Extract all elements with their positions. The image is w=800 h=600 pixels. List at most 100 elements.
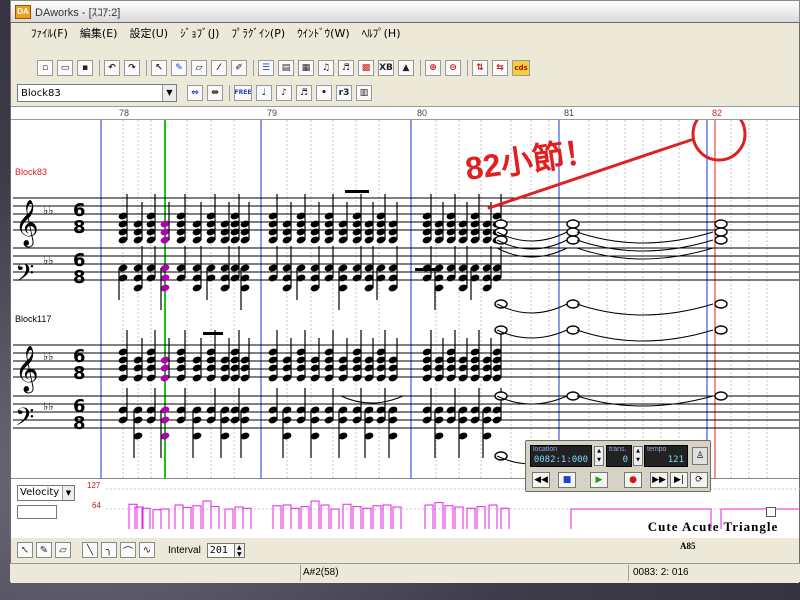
eighth-note-icon[interactable]: ♪ bbox=[276, 85, 292, 101]
note-beam bbox=[203, 332, 223, 335]
triplet-icon[interactable]: r3 bbox=[336, 85, 352, 101]
pen-icon[interactable]: ✎ bbox=[171, 60, 187, 76]
annotation-circle bbox=[691, 120, 747, 162]
zoom-in-icon[interactable]: ⊕ bbox=[425, 60, 441, 76]
rewind-icon[interactable]: ◀◀ bbox=[532, 472, 550, 488]
block-select[interactable]: Block83 ▼ bbox=[17, 84, 177, 102]
eraser-icon[interactable]: ▱ bbox=[191, 60, 207, 76]
menu-window[interactable]: ｳｲﾝﾄﾞｳ(W) bbox=[297, 25, 349, 41]
dot-icon[interactable]: • bbox=[316, 85, 332, 101]
velocity-bar bbox=[224, 508, 234, 529]
palette-icon[interactable]: ▥ bbox=[356, 85, 372, 101]
chevron-down-icon[interactable]: ▼ bbox=[162, 85, 176, 101]
measure-number: 82 bbox=[712, 108, 723, 118]
menu-help[interactable]: ﾍﾙﾌﾟ(H) bbox=[362, 25, 401, 41]
toolbar-separator bbox=[99, 60, 100, 76]
measure-lines bbox=[100, 120, 708, 478]
velocity-bar bbox=[476, 506, 486, 529]
redo-icon[interactable]: ↷ bbox=[124, 60, 140, 76]
quarter-note-icon[interactable]: ♩ bbox=[256, 85, 272, 101]
scroll-corner[interactable] bbox=[766, 507, 776, 517]
tie bbox=[576, 247, 714, 260]
transpose-alt-icon[interactable]: ⇆ bbox=[492, 60, 508, 76]
brush-icon[interactable]: ⁄ bbox=[211, 60, 227, 76]
interval-stepper[interactable]: ▲ ▼ bbox=[234, 542, 245, 558]
marker-icon[interactable]: ✐ bbox=[231, 60, 247, 76]
fermata-icon[interactable]: ♫ bbox=[318, 60, 334, 76]
menu-file[interactable]: ﾌｧｲﾙ(F) bbox=[31, 25, 68, 41]
score-staves: 𝄞 𝄢 𝄞 𝄢 ♭♭ ♭♭ ♭♭ ♭♭ 6 8 6 8 6 8 6 8 82小節… bbox=[13, 120, 799, 478]
location-stepper[interactable]: ▲ ▼ bbox=[594, 446, 604, 466]
free-icon[interactable]: FREE bbox=[234, 85, 252, 101]
status-bar: A#2(58) 0083: 2: 016 bbox=[10, 563, 800, 582]
velocity-bar bbox=[392, 506, 402, 529]
align-icon[interactable]: ⇔ bbox=[187, 85, 203, 101]
play-icon[interactable]: ▶ bbox=[590, 472, 608, 488]
save-icon[interactable]: ▪ bbox=[77, 60, 93, 76]
sixteenth-note-icon[interactable]: ♬ bbox=[296, 85, 312, 101]
pointer-icon[interactable]: ↖ bbox=[151, 60, 167, 76]
time-sig-denominator: 8 bbox=[73, 217, 86, 238]
eraser-tool-icon[interactable]: ▱ bbox=[55, 542, 71, 558]
menu-settings[interactable]: 設定(U) bbox=[129, 25, 168, 41]
location-display: location 0082:1:000 bbox=[530, 445, 592, 467]
record-icon[interactable]: ● bbox=[624, 472, 642, 488]
window-title: DAworks - [ｽｺｱ:2] bbox=[35, 6, 121, 19]
beat-grid bbox=[122, 120, 768, 478]
transport-panel: location 0082:1:000 ▲ ▼ trans. 0 ▲ ▼ tempo… bbox=[525, 440, 711, 492]
grid-icon[interactable]: ▦ bbox=[298, 60, 314, 76]
tie bbox=[576, 329, 714, 342]
main-window: ﾌｧｲﾙ(F) 編集(E) 設定(U) ｼﾞｮﾌﾞ(J) ﾌﾟﾗｸﾞｲﾝ(P) … bbox=[10, 22, 800, 583]
note-beam bbox=[345, 190, 369, 193]
trans-stepper[interactable]: ▲ ▼ bbox=[633, 446, 643, 466]
arc-tool-icon[interactable]: ⌒ bbox=[120, 542, 136, 558]
open-icon[interactable]: ▭ bbox=[57, 60, 73, 76]
toolbar-separator bbox=[420, 60, 421, 76]
menu-plugin[interactable]: ﾌﾟﾗｸﾞｲﾝ(P) bbox=[231, 25, 285, 41]
loop-icon[interactable]: ⟳ bbox=[690, 472, 708, 488]
velocity-bar bbox=[152, 509, 162, 529]
velocity-bar bbox=[128, 503, 138, 529]
select-arrow-icon[interactable]: ↖ bbox=[17, 542, 33, 558]
delete-block-icon[interactable]: ▩ bbox=[358, 60, 374, 76]
zoom-out-icon[interactable]: ⊖ bbox=[445, 60, 461, 76]
list-icon[interactable]: ☰ bbox=[258, 60, 274, 76]
velocity-bar bbox=[352, 506, 362, 529]
line-tool-icon[interactable]: ╲ bbox=[82, 542, 98, 558]
velocity-bar bbox=[330, 508, 340, 529]
menu-job[interactable]: ｼﾞｮﾌﾞ(J) bbox=[180, 25, 219, 41]
fast-forward-icon[interactable]: ▶▶ bbox=[650, 472, 668, 488]
block-icon[interactable]: ▤ bbox=[278, 60, 294, 76]
metronome-icon[interactable]: ♙ bbox=[692, 447, 708, 465]
to-end-icon[interactable]: ▶| bbox=[670, 472, 688, 488]
whole-note bbox=[714, 391, 728, 401]
annotation-arrow bbox=[659, 138, 693, 152]
tempo-display: tempo 121 bbox=[644, 445, 688, 467]
undo-icon[interactable]: ↶ bbox=[104, 60, 120, 76]
landscape-icon[interactable]: ▲ bbox=[398, 60, 414, 76]
curve-tool-icon[interactable]: ╮ bbox=[101, 542, 117, 558]
cds-icon[interactable]: cds bbox=[512, 60, 530, 76]
new-icon[interactable]: ▫ bbox=[37, 60, 53, 76]
interval-input[interactable]: 201 bbox=[206, 542, 235, 558]
tie bbox=[576, 239, 714, 252]
time-sig-denominator: 8 bbox=[73, 267, 86, 288]
stop-icon[interactable]: ■ bbox=[558, 472, 576, 488]
key-signature: ♭♭ bbox=[43, 204, 53, 217]
spread-icon[interactable]: ⇹ bbox=[207, 85, 223, 101]
transpose-display: trans. 0 bbox=[606, 445, 632, 467]
pencil-tool-icon[interactable]: ✎ bbox=[36, 542, 52, 558]
menu-edit[interactable]: 編集(E) bbox=[80, 25, 118, 41]
velocity-bar bbox=[434, 502, 444, 529]
time-sig-denominator: 8 bbox=[73, 363, 86, 384]
tie-icon[interactable]: ♬ bbox=[338, 60, 354, 76]
xb-icon[interactable]: XB bbox=[378, 60, 394, 76]
toolbar-separator bbox=[229, 85, 230, 101]
measure-ruler[interactable]: 78 79 80 81 82 bbox=[11, 106, 799, 120]
staff-lines bbox=[13, 197, 799, 429]
wave-tool-icon[interactable]: ∿ bbox=[139, 542, 155, 558]
whole-note bbox=[494, 391, 508, 401]
whole-note bbox=[714, 325, 728, 335]
score-canvas[interactable]: Block83 Block117 𝄞 𝄢 𝄞 𝄢 ♭♭ ♭♭ ♭♭ ♭♭ 6 8… bbox=[11, 120, 799, 478]
transpose-icon[interactable]: ⇅ bbox=[472, 60, 488, 76]
